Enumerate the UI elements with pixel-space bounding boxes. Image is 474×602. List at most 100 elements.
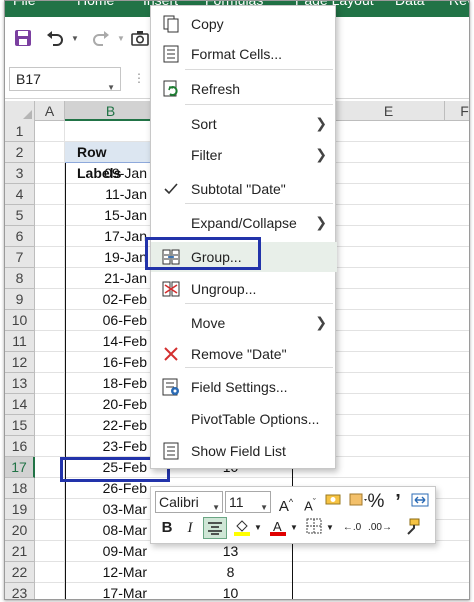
- cell-a[interactable]: [35, 142, 65, 163]
- cell-b[interactable]: 03-Mar: [65, 499, 157, 520]
- cell-b[interactable]: 20-Feb: [65, 394, 157, 415]
- row-header[interactable]: 6: [5, 226, 35, 247]
- formula-bar-resize-handle[interactable]: ⋮: [133, 71, 145, 85]
- cell-b[interactable]: 16-Feb: [65, 352, 157, 373]
- font-name-select[interactable]: Calibri ▼: [155, 491, 223, 513]
- increase-decimal-icon[interactable]: ←.0: [339, 517, 365, 539]
- cell-a[interactable]: [35, 268, 65, 289]
- cell-a[interactable]: [35, 541, 65, 562]
- cell-a[interactable]: [35, 163, 65, 184]
- pivot-row-labels-header[interactable]: Row Labels: [65, 142, 157, 181]
- cell-b[interactable]: 02-Feb: [65, 289, 157, 310]
- tab-home[interactable]: Home: [77, 1, 114, 8]
- cell-b[interactable]: 22-Feb: [65, 415, 157, 436]
- cell-a[interactable]: [35, 373, 65, 394]
- decrease-font-size-icon[interactable]: Aˇ: [299, 491, 321, 513]
- cell-a[interactable]: [35, 289, 65, 310]
- row-header[interactable]: 20: [5, 520, 35, 541]
- row-header[interactable]: 21: [5, 541, 35, 562]
- cell-a[interactable]: [35, 436, 65, 457]
- cell-a[interactable]: [35, 583, 65, 599]
- cell-b[interactable]: 09-Mar: [65, 541, 157, 562]
- cell-b[interactable]: 21-Jan: [65, 268, 157, 289]
- menu-item-ungroup[interactable]: Ungroup...: [151, 274, 337, 304]
- cell-b[interactable]: 06-Feb: [65, 310, 157, 331]
- menu-item-format-cells[interactable]: Format Cells...: [151, 39, 337, 69]
- column-header-b[interactable]: B: [65, 101, 157, 121]
- cell-b[interactable]: 12-Mar: [65, 562, 157, 583]
- cell-a[interactable]: [35, 415, 65, 436]
- percent-style-button[interactable]: %: [365, 491, 387, 513]
- cell-c[interactable]: 13: [157, 541, 293, 562]
- cell-a[interactable]: [35, 499, 65, 520]
- decrease-decimal-icon[interactable]: .00→: [367, 517, 393, 539]
- cell-a[interactable]: [35, 184, 65, 205]
- menu-item-show-field-list[interactable]: Show Field List: [151, 436, 337, 466]
- column-header-a[interactable]: A: [35, 101, 65, 121]
- row-header[interactable]: 3: [5, 163, 35, 184]
- cell-b[interactable]: 08-Mar: [65, 520, 157, 541]
- cell-a[interactable]: [35, 226, 65, 247]
- row-header[interactable]: 1: [5, 121, 35, 142]
- menu-item-field-settings[interactable]: Field Settings...: [151, 372, 337, 402]
- select-all-button[interactable]: [5, 101, 35, 121]
- column-header-f[interactable]: F: [445, 101, 469, 121]
- menu-item-pivottable-options[interactable]: PivotTable Options...: [151, 404, 337, 434]
- align-center-button[interactable]: [203, 517, 227, 539]
- tab-file[interactable]: File: [13, 1, 36, 8]
- row-header[interactable]: 13: [5, 373, 35, 394]
- row-header[interactable]: 9: [5, 289, 35, 310]
- font-size-select[interactable]: 11 ▼: [225, 491, 271, 513]
- menu-item-expand-collapse[interactable]: Expand/Collapse ❯: [151, 208, 337, 238]
- tab-review[interactable]: Review: [449, 1, 469, 8]
- row-header[interactable]: 8: [5, 268, 35, 289]
- borders-dropdown-icon[interactable]: ▼: [325, 517, 335, 539]
- currency-format-icon[interactable]: [323, 491, 345, 513]
- menu-item-filter[interactable]: Filter ❯: [151, 140, 337, 170]
- camera-icon[interactable]: [129, 27, 151, 49]
- cell-b[interactable]: 17-Mar: [65, 583, 157, 599]
- cell-b[interactable]: 15-Jan: [65, 205, 157, 226]
- row-header[interactable]: 12: [5, 352, 35, 373]
- menu-item-refresh[interactable]: Refresh: [151, 74, 337, 104]
- font-color-dropdown-icon[interactable]: ▼: [289, 517, 299, 539]
- cell-a[interactable]: [35, 310, 65, 331]
- row-header[interactable]: 17: [5, 457, 35, 478]
- row-header[interactable]: 16: [5, 436, 35, 457]
- increase-font-size-icon[interactable]: A^: [275, 491, 297, 515]
- cell-c[interactable]: 10: [157, 583, 293, 599]
- cell-a[interactable]: [35, 331, 65, 352]
- cell-c[interactable]: 8: [157, 562, 293, 583]
- menu-item-copy[interactable]: Copy: [151, 9, 337, 39]
- redo-icon[interactable]: [89, 27, 113, 49]
- font-color-icon[interactable]: A: [267, 517, 289, 539]
- row-header[interactable]: 23: [5, 583, 35, 599]
- row-header[interactable]: 19: [5, 499, 35, 520]
- cell-a[interactable]: [35, 352, 65, 373]
- row-header[interactable]: 7: [5, 247, 35, 268]
- row-header[interactable]: 10: [5, 310, 35, 331]
- comma-style-button[interactable]: ’: [389, 491, 407, 513]
- menu-item-move[interactable]: Move ❯: [151, 308, 337, 338]
- undo-dropdown-icon[interactable]: ▼: [69, 27, 81, 49]
- save-icon[interactable]: [11, 27, 35, 49]
- row-header[interactable]: 2: [5, 142, 35, 163]
- cell-a[interactable]: [35, 394, 65, 415]
- format-painter-brush-icon[interactable]: [399, 517, 423, 539]
- row-header[interactable]: 18: [5, 478, 35, 499]
- cell-b[interactable]: 17-Jan: [65, 226, 157, 247]
- cell-b[interactable]: 23-Feb: [65, 436, 157, 457]
- fill-color-icon[interactable]: [231, 517, 253, 539]
- format-painter-icon[interactable]: [409, 491, 431, 513]
- row-header[interactable]: 4: [5, 184, 35, 205]
- cell-a[interactable]: [35, 520, 65, 541]
- cell-a[interactable]: [35, 247, 65, 268]
- borders-icon[interactable]: [303, 517, 325, 539]
- name-box-dropdown-icon[interactable]: ▼: [107, 77, 115, 99]
- row-header[interactable]: 22: [5, 562, 35, 583]
- fill-color-dropdown-icon[interactable]: ▼: [253, 517, 263, 539]
- bold-button[interactable]: B: [157, 517, 177, 539]
- menu-item-subtotal-date[interactable]: Subtotal "Date": [151, 174, 337, 204]
- cell-b[interactable]: 14-Feb: [65, 331, 157, 352]
- row-header[interactable]: 11: [5, 331, 35, 352]
